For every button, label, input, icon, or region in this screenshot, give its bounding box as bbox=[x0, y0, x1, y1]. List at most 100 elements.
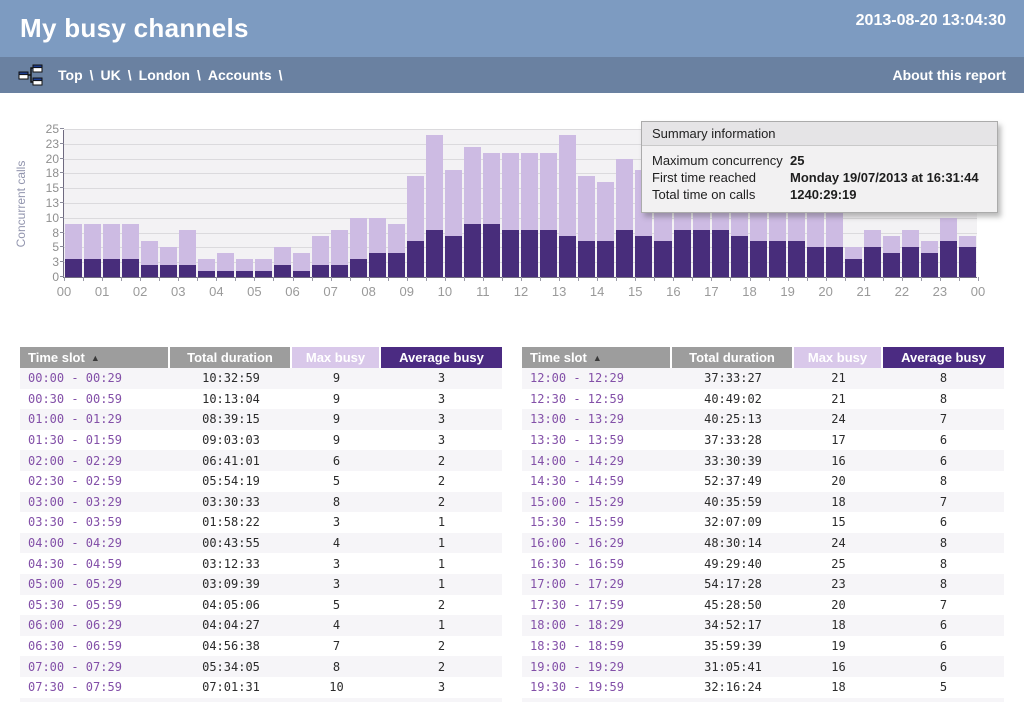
sort-ascending-icon: ▲ bbox=[91, 353, 100, 363]
total-duration-cell: 48:30:14 bbox=[672, 536, 794, 550]
time-slot-cell[interactable]: 17:30 - 17:59 bbox=[522, 598, 672, 612]
page-title: My busy channels bbox=[20, 13, 249, 44]
x-axis-tick bbox=[216, 277, 217, 281]
column-header-max-busy[interactable]: Max busy bbox=[292, 347, 381, 368]
breadcrumb-separator: \ bbox=[190, 67, 208, 83]
total-duration-cell: 37:33:28 bbox=[672, 433, 794, 447]
x-axis-tick bbox=[445, 277, 446, 281]
time-slot-cell[interactable]: 05:00 - 05:29 bbox=[20, 577, 170, 591]
time-slot-cell[interactable]: 07:00 - 07:29 bbox=[20, 660, 170, 674]
time-slot-cell[interactable]: 15:00 - 15:29 bbox=[522, 495, 672, 509]
max-busy-cell: 16 bbox=[794, 660, 883, 674]
time-slot-cell[interactable]: 00:00 - 00:29 bbox=[20, 371, 170, 385]
average-busy-bar bbox=[464, 224, 481, 277]
time-slot-cell[interactable]: 15:30 - 15:59 bbox=[522, 515, 672, 529]
column-header-time-slot[interactable]: Time slot▲ bbox=[522, 347, 672, 368]
x-axis-tick bbox=[312, 277, 313, 281]
time-slot-cell[interactable]: 19:30 - 19:59 bbox=[522, 680, 672, 694]
total-duration-cell: 35:59:39 bbox=[672, 639, 794, 653]
time-slot-cell[interactable]: 12:30 - 12:59 bbox=[522, 392, 672, 406]
total-duration-cell: 32:16:24 bbox=[672, 680, 794, 694]
total-duration-cell: 04:04:27 bbox=[170, 618, 292, 632]
table-row: 05:00 - 05:2903:09:3931 bbox=[20, 574, 502, 595]
time-slot-cell[interactable]: 19:00 - 19:29 bbox=[522, 660, 672, 674]
time-slot-table-left: Time slot▲ Total duration Max busyAverage … bbox=[20, 347, 502, 702]
y-axis-tick bbox=[60, 217, 64, 218]
x-axis-tick bbox=[902, 277, 903, 281]
average-busy-bar bbox=[483, 224, 500, 277]
average-busy-bar bbox=[331, 265, 348, 277]
x-axis-hour-label: 21 bbox=[857, 284, 871, 299]
average-busy-cell: 1 bbox=[381, 515, 502, 529]
x-axis-tick bbox=[845, 277, 846, 281]
x-axis-tick bbox=[83, 277, 84, 281]
column-header-label: Total duration bbox=[187, 350, 273, 365]
x-axis-tick bbox=[864, 277, 865, 281]
chart-bar-slot bbox=[254, 130, 273, 277]
chart-bar-slot bbox=[539, 130, 558, 277]
time-slot-cell[interactable]: 00:30 - 00:59 bbox=[20, 392, 170, 406]
chart-bar-slot bbox=[558, 130, 577, 277]
time-slot-cell[interactable]: 02:30 - 02:59 bbox=[20, 474, 170, 488]
x-axis-tick bbox=[635, 277, 636, 281]
breadcrumb-item-top[interactable]: Top bbox=[58, 67, 83, 83]
total-duration-cell: 34:52:17 bbox=[672, 618, 794, 632]
table-row: 04:00 - 04:2900:43:5541 bbox=[20, 533, 502, 554]
summary-row: Total time on calls1240:29:19 bbox=[652, 186, 987, 203]
time-slot-cell[interactable]: 14:00 - 14:29 bbox=[522, 454, 672, 468]
time-slot-cell[interactable]: 04:30 - 04:59 bbox=[20, 557, 170, 571]
x-axis-tick bbox=[178, 277, 179, 281]
time-slot-cell[interactable]: 04:00 - 04:29 bbox=[20, 536, 170, 550]
time-slot-cell[interactable]: 06:30 - 06:59 bbox=[20, 639, 170, 653]
average-busy-bar bbox=[312, 265, 329, 277]
time-slot-cell[interactable]: 13:00 - 13:29 bbox=[522, 412, 672, 426]
time-slot-cell[interactable]: 01:00 - 01:29 bbox=[20, 412, 170, 426]
table-row: 14:30 - 14:5952:37:49208 bbox=[522, 471, 1004, 492]
time-slot-cell[interactable]: 03:00 - 03:29 bbox=[20, 495, 170, 509]
x-axis-tick bbox=[959, 277, 960, 281]
breadcrumb-item-london[interactable]: London bbox=[139, 67, 190, 83]
about-report-link[interactable]: About this report bbox=[892, 67, 1006, 83]
average-busy-bar bbox=[902, 247, 919, 277]
average-busy-cell: 1 bbox=[381, 577, 502, 591]
x-axis-hour-label: 00 bbox=[57, 284, 71, 299]
sort-ascending-icon: ▲ bbox=[593, 353, 602, 363]
time-slot-cell[interactable]: 05:30 - 05:59 bbox=[20, 598, 170, 612]
time-slot-cell[interactable]: 18:30 - 18:59 bbox=[522, 639, 672, 653]
time-slot-cell[interactable]: 14:30 - 14:59 bbox=[522, 474, 672, 488]
total-duration-cell: 31:05:41 bbox=[672, 660, 794, 674]
column-header-total-duration[interactable]: Total duration bbox=[170, 347, 292, 368]
column-header-time-slot[interactable]: Time slot▲ bbox=[20, 347, 170, 368]
column-header-max-busy[interactable]: Max busy bbox=[794, 347, 883, 368]
column-header-average-busy[interactable]: Average busy bbox=[381, 347, 502, 368]
time-slot-cell[interactable]: 03:30 - 03:59 bbox=[20, 515, 170, 529]
time-slot-cell[interactable]: 17:00 - 17:29 bbox=[522, 577, 672, 591]
table-row: 01:00 - 01:2908:39:1593 bbox=[20, 409, 502, 430]
time-slot-cell[interactable]: 18:00 - 18:29 bbox=[522, 618, 672, 632]
time-slot-cell[interactable]: 16:00 - 16:29 bbox=[522, 536, 672, 550]
column-header-total-duration[interactable]: Total duration bbox=[672, 347, 794, 368]
time-slot-cell[interactable]: 16:30 - 16:59 bbox=[522, 557, 672, 571]
column-header-average-busy[interactable]: Average busy bbox=[883, 347, 1004, 368]
time-slot-cell[interactable]: 02:00 - 02:29 bbox=[20, 454, 170, 468]
breadcrumb-item-uk[interactable]: UK bbox=[101, 67, 121, 83]
time-slot-cell[interactable]: 12:00 - 12:29 bbox=[522, 371, 672, 385]
average-busy-cell: 3 bbox=[381, 433, 502, 447]
time-slot-cell[interactable]: 07:30 - 07:59 bbox=[20, 680, 170, 694]
average-busy-bar bbox=[826, 247, 843, 277]
time-slot-cell[interactable]: 13:30 - 13:59 bbox=[522, 433, 672, 447]
max-busy-cell: 25 bbox=[794, 557, 883, 571]
y-axis-tick bbox=[60, 128, 64, 129]
total-duration-cell: 03:09:39 bbox=[170, 577, 292, 591]
chart-bar-slot bbox=[406, 130, 425, 277]
time-slot-tables: Time slot▲Total durationMax busyAverage … bbox=[0, 347, 1024, 702]
breadcrumb-item-accounts[interactable]: Accounts bbox=[208, 67, 272, 83]
time-slot-cell[interactable]: 06:00 - 06:29 bbox=[20, 618, 170, 632]
max-busy-cell: 3 bbox=[292, 515, 381, 529]
max-busy-cell: 18 bbox=[794, 680, 883, 694]
time-slot-cell[interactable]: 01:30 - 01:59 bbox=[20, 433, 170, 447]
average-busy-cell: 7 bbox=[883, 598, 1004, 612]
table-row: 18:30 - 18:5935:59:39196 bbox=[522, 636, 1004, 657]
total-duration-cell: 40:35:59 bbox=[672, 495, 794, 509]
breadcrumb-bar: Top\UK\London\Accounts\ About this repor… bbox=[0, 57, 1024, 93]
